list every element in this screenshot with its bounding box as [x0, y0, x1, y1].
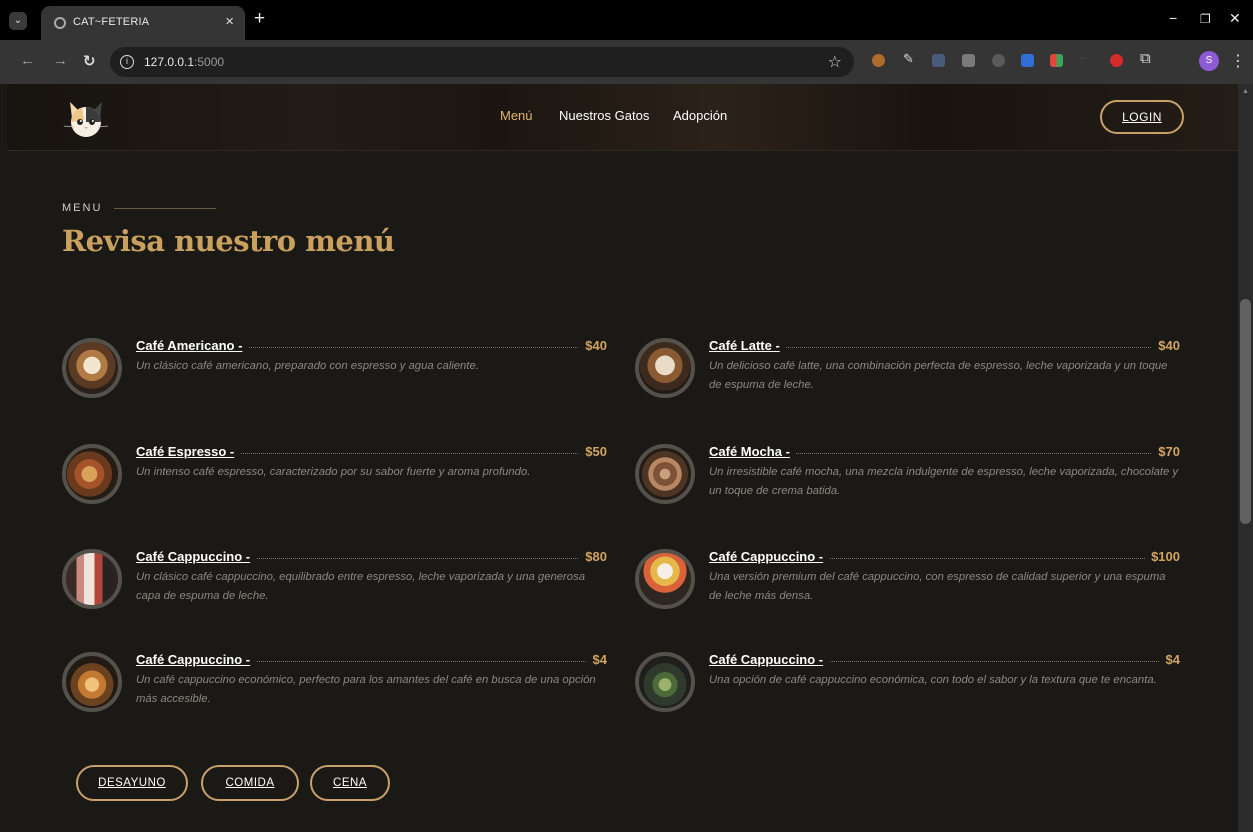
item-name[interactable]: Café Mocha -	[709, 444, 796, 459]
item-price: $50	[579, 444, 607, 459]
cafe-cappuccino-image	[62, 549, 122, 609]
item-description: Un café cappuccino económico, perfecto p…	[136, 674, 596, 705]
menu-item-cafe-latte[interactable]: Café Latte - $40 Un delicioso café latte…	[635, 338, 1180, 418]
item-price: $40	[579, 338, 607, 353]
cat-logo-icon[interactable]	[62, 96, 110, 140]
menu-item-cafe-mocha[interactable]: Café Mocha - $70 Un irresistible café mo…	[635, 444, 1180, 524]
site-info-icon[interactable]: i	[120, 55, 134, 69]
item-description: Un clásico café americano, preparado con…	[136, 360, 479, 372]
scroll-up-arrow-icon[interactable]: ▲	[1242, 88, 1249, 95]
restore-icon[interactable]: ❐	[1200, 12, 1211, 26]
eyebrow-divider	[114, 208, 216, 209]
browser-menu-icon[interactable]: ⋮	[1230, 51, 1246, 71]
section-eyebrow: MENU	[62, 202, 103, 214]
item-name[interactable]: Café Espresso -	[136, 444, 241, 459]
menu-item-cafe-cappuccino-premium[interactable]: Café Cappuccino - $100 Una versión premi…	[635, 549, 1180, 629]
cafe-cappuccino-premium-image	[635, 549, 695, 609]
back-icon[interactable]: ←	[20, 52, 35, 69]
new-tab-icon[interactable]: +	[254, 8, 265, 30]
item-price: $70	[1152, 444, 1180, 459]
item-name[interactable]: Café Americano -	[136, 338, 249, 353]
nav-link-adopcion[interactable]: Adopción	[673, 108, 727, 123]
item-description: Un clásico café cappuccino, equilibrado …	[136, 571, 586, 602]
extension-icon[interactable]	[1110, 54, 1123, 67]
category-desayuno-button[interactable]: DESAYUNO	[76, 765, 188, 801]
bookmark-star-icon[interactable]: ☆	[828, 52, 842, 72]
extension-icon[interactable]	[872, 54, 885, 67]
login-button[interactable]: LOGIN	[1100, 100, 1184, 134]
section-title: Revisa nuestro menú	[62, 224, 395, 258]
tab-title: CAT~FETERIA	[73, 16, 150, 28]
item-price: $40	[1152, 338, 1180, 353]
menu-item-cafe-espresso[interactable]: Café Espresso - $50 Un intenso café espr…	[62, 444, 607, 524]
menu-item-cafe-americano[interactable]: Café Americano - $40 Un clásico café ame…	[62, 338, 607, 418]
category-cena-button[interactable]: CENA	[310, 765, 390, 801]
globe-icon	[54, 17, 66, 29]
menu-item-cafe-cappuccino-economico[interactable]: Café Cappuccino - $4 Un café cappuccino …	[62, 652, 607, 732]
menu-item-cafe-cappuccino-opcion[interactable]: Café Cappuccino - $4 Una opción de café …	[635, 652, 1180, 732]
eyedropper-icon[interactable]: ✎	[903, 51, 916, 66]
site-header: Menú Nuestros Gatos Adopción LOGIN	[7, 84, 1238, 151]
extension-icon[interactable]	[1021, 54, 1034, 67]
item-description: Un delicioso café latte, una combinación…	[709, 360, 1168, 391]
close-tab-icon[interactable]: ×	[225, 13, 234, 30]
page-viewport: Menú Nuestros Gatos Adopción LOGIN MENU …	[7, 84, 1238, 832]
extension-icon[interactable]	[1050, 54, 1063, 67]
page-scrollbar[interactable]: ▲	[1238, 84, 1253, 832]
item-price: $80	[579, 549, 607, 564]
cafe-cappuccino-economico-image	[62, 652, 122, 712]
nav-link-menu[interactable]: Menú	[500, 108, 533, 123]
extension-icon[interactable]	[962, 54, 975, 67]
category-comida-button[interactable]: COMIDA	[201, 765, 299, 801]
item-description: Un intenso café espresso, caracterizado …	[136, 466, 531, 478]
forward-icon[interactable]: →	[53, 52, 68, 69]
item-name[interactable]: Café Cappuccino -	[136, 549, 257, 564]
extension-icon[interactable]: ··	[1080, 53, 1093, 66]
browser-toolbar: ← → ↻ i 127.0.0.1:5000 ☆ ✎ ·· ⧉ S ⋮	[0, 40, 1253, 84]
item-description: Una opción de café cappuccino económica,…	[709, 674, 1157, 686]
cafe-americano-image	[62, 338, 122, 398]
item-name[interactable]: Café Cappuccino -	[709, 652, 830, 667]
close-window-icon[interactable]: ✕	[1229, 10, 1241, 27]
extension-icon[interactable]	[992, 54, 1005, 67]
nav-link-nuestros-gatos[interactable]: Nuestros Gatos	[559, 108, 649, 123]
item-name[interactable]: Café Cappuccino -	[136, 652, 257, 667]
item-name[interactable]: Café Cappuccino -	[709, 549, 830, 564]
extensions-puzzle-icon[interactable]: ⧉	[1140, 50, 1153, 67]
reload-icon[interactable]: ↻	[83, 52, 96, 70]
item-description: Un irresistible café mocha, una mezcla i…	[709, 466, 1179, 497]
extension-icon[interactable]	[932, 54, 945, 67]
profile-avatar[interactable]: S	[1199, 51, 1219, 71]
item-description: Una versión premium del café cappuccino,…	[709, 571, 1166, 602]
tab-search-button[interactable]: ⌄	[9, 12, 27, 30]
cafe-mocha-image	[635, 444, 695, 504]
url-text: 127.0.0.1:5000	[144, 55, 225, 69]
item-price: $100	[1145, 549, 1180, 564]
cafe-espresso-image	[62, 444, 122, 504]
browser-tab-bar: ⌄ CAT~FETERIA × + − ❐ ✕	[0, 0, 1253, 40]
cafe-cappuccino-opcion-image	[635, 652, 695, 712]
item-name[interactable]: Café Latte -	[709, 338, 786, 353]
address-bar[interactable]: i 127.0.0.1:5000 ☆	[110, 47, 854, 77]
cafe-latte-image	[635, 338, 695, 398]
menu-item-cafe-cappuccino[interactable]: Café Cappuccino - $80 Un clásico café ca…	[62, 549, 607, 629]
item-price: $4	[586, 652, 607, 667]
item-price: $4	[1159, 652, 1180, 667]
browser-tab[interactable]: CAT~FETERIA ×	[41, 6, 245, 40]
scrollbar-thumb[interactable]	[1240, 299, 1251, 524]
minimize-icon[interactable]: −	[1169, 10, 1177, 26]
